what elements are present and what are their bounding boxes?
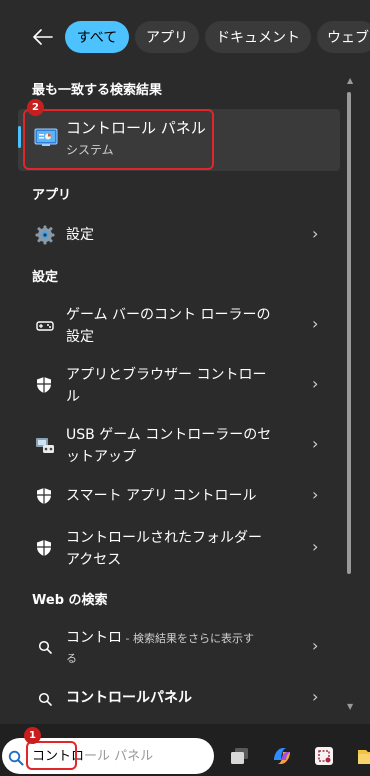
search-icon xyxy=(38,691,52,706)
result-title-line2: ル xyxy=(66,389,80,405)
task-view-icon[interactable] xyxy=(228,744,252,768)
settings-gear-icon xyxy=(35,225,55,245)
result-title-line2: アクセス xyxy=(66,552,122,568)
chevron-right-icon: › xyxy=(312,687,319,706)
search-icon xyxy=(38,639,52,654)
shield-icon xyxy=(36,487,52,505)
chevron-right-icon: › xyxy=(312,537,319,556)
shield-icon xyxy=(36,376,52,394)
game-controller-icon xyxy=(36,317,54,333)
back-arrow-icon xyxy=(33,29,53,45)
result-title-line2: ットアップ xyxy=(66,449,136,465)
tab-web[interactable]: ウェブ xyxy=(317,21,370,53)
tab-documents[interactable]: ドキュメント xyxy=(205,21,311,53)
snipping-tool-icon[interactable] xyxy=(312,744,336,768)
web-query-suffix: - 検索結果をさらに表示す xyxy=(122,632,254,645)
search-autocomplete-text: ール パネル xyxy=(84,749,154,764)
chevron-right-icon: › xyxy=(312,374,319,393)
chevron-right-icon: › xyxy=(312,224,319,243)
shield-icon xyxy=(36,539,52,557)
settings-app-label: 設定 xyxy=(66,227,94,243)
result-title-line1: ゲーム バーのコント ローラーの xyxy=(66,307,271,323)
result-title-line1: アプリとブラウザー コントロー xyxy=(66,367,267,383)
web-query-text: コントロ xyxy=(66,630,122,646)
web-query-suffix-line2: る xyxy=(66,652,77,665)
tab-all[interactable]: すべて xyxy=(65,21,129,53)
copilot-icon[interactable] xyxy=(270,744,294,768)
tab-apps[interactable]: アプリ xyxy=(135,21,199,53)
settings-heading: 設定 xyxy=(32,270,59,285)
scroll-up-arrow-icon[interactable]: ▲ xyxy=(347,76,353,85)
web-result-title: コントロールパネル xyxy=(66,690,192,706)
highlight-box-best-match xyxy=(23,109,214,170)
search-icon xyxy=(8,750,24,766)
scrollbar-thumb[interactable] xyxy=(347,92,351,574)
usb-device-icon xyxy=(35,436,55,454)
web-result-title: コントロ - 検索結果をさらに表示す xyxy=(66,627,310,650)
scroll-down-arrow-icon[interactable]: ▼ xyxy=(347,702,353,711)
apps-heading: アプリ xyxy=(32,188,72,203)
result-title-line1: スマート アプリ コントロール xyxy=(66,488,257,504)
result-title-line1: コントロールされたフォルダー xyxy=(66,530,262,546)
chevron-right-icon: › xyxy=(312,485,319,504)
web-search-heading: Web の検索 xyxy=(32,593,108,608)
result-title-line2: 設定 xyxy=(66,329,94,345)
result-title-line1: USB ゲーム コントローラーのセ xyxy=(66,427,272,443)
chevron-right-icon: › xyxy=(312,636,319,655)
step-badge-1: 1 xyxy=(24,727,41,744)
best-match-heading: 最も一致する検索結果 xyxy=(32,83,163,98)
chevron-right-icon: › xyxy=(312,434,319,453)
step-badge-2: 2 xyxy=(27,99,44,116)
selection-indicator xyxy=(18,126,21,148)
highlight-box-search xyxy=(26,741,77,770)
chevron-right-icon: › xyxy=(312,314,319,333)
file-explorer-icon[interactable] xyxy=(356,744,370,768)
back-button[interactable] xyxy=(28,22,58,52)
